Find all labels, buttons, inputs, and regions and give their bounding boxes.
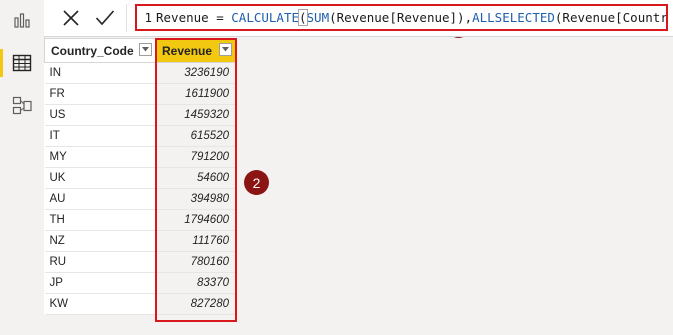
revenue-cell[interactable]: 615520 — [155, 125, 236, 147]
column-filter-button[interactable] — [219, 43, 232, 56]
column-header-label: Country_Code — [51, 43, 134, 58]
model-icon — [12, 96, 32, 115]
formula-sum-function: SUM — [306, 10, 330, 25]
table-row: IT 615520 — [44, 125, 236, 147]
revenue-cell[interactable]: 3236190 — [155, 62, 236, 84]
data-grid: Country_Code Revenue IN 3236190 FR 1611900… — [44, 38, 673, 335]
country-code-cell[interactable]: RU — [44, 251, 156, 273]
country-code-cell[interactable]: IN — [44, 62, 156, 84]
table-row: TH 1794600 — [44, 209, 236, 231]
revenue-cell[interactable]: 791200 — [155, 146, 236, 168]
formula-sum-argument: (Revenue[Revenue]), — [329, 10, 473, 25]
formula-bar-divider — [126, 4, 127, 32]
close-icon — [63, 10, 79, 26]
revenue-table: Country_Code Revenue IN 3236190 FR 1611900… — [44, 38, 236, 315]
table-row: AU 394980 — [44, 188, 236, 210]
table-row: UK 54600 — [44, 167, 236, 189]
table-row: RU 780160 — [44, 251, 236, 273]
table-row: FR 1611900 — [44, 83, 236, 105]
country-code-cell[interactable]: KW — [44, 293, 156, 315]
table-row: NZ 111760 — [44, 230, 236, 252]
table-row: MY 791200 — [44, 146, 236, 168]
country-code-cell[interactable]: MY — [44, 146, 156, 168]
table-row: IN 3236190 — [44, 62, 236, 84]
country-code-cell[interactable]: UK — [44, 167, 156, 189]
formula-open-paren: ( — [298, 9, 308, 26]
country-code-cell[interactable]: US — [44, 104, 156, 126]
revenue-cell[interactable]: 394980 — [155, 188, 236, 210]
column-filter-button[interactable] — [139, 43, 152, 56]
formula-calculate-function: CALCULATE — [231, 10, 299, 25]
country-code-cell[interactable]: JP — [44, 272, 156, 294]
column-header-country-code[interactable]: Country_Code — [44, 38, 156, 63]
report-view-button[interactable] — [0, 0, 44, 40]
country-code-cell[interactable]: NZ — [44, 230, 156, 252]
revenue-cell[interactable]: 827280 — [155, 293, 236, 315]
formula-line-number: 1 — [144, 10, 152, 25]
revenue-cell[interactable]: 780160 — [155, 251, 236, 273]
revenue-cell[interactable]: 83370 — [155, 272, 236, 294]
country-code-cell[interactable]: AU — [44, 188, 156, 210]
chevron-down-icon — [222, 47, 229, 52]
cancel-formula-button[interactable] — [58, 6, 84, 30]
checkmark-icon — [95, 10, 115, 26]
revenue-cell[interactable]: 111760 — [155, 230, 236, 252]
country-code-cell[interactable]: FR — [44, 83, 156, 105]
formula-allselected-function: ALLSELECTED — [472, 10, 555, 25]
dax-formula-input[interactable]: 1 Revenue = CALCULATE(SUM(Revenue[Revenue… — [135, 4, 668, 31]
column-header-label: Revenue — [162, 43, 213, 58]
column-header-revenue[interactable]: Revenue — [155, 38, 236, 63]
country-code-cell[interactable]: IT — [44, 125, 156, 147]
country-code-cell[interactable]: TH — [44, 209, 156, 231]
table-row: KW 827280 — [44, 293, 236, 315]
commit-formula-button[interactable] — [92, 6, 118, 30]
callout-badge-2: 2 — [244, 170, 269, 195]
view-sidebar — [0, 0, 45, 335]
model-view-button[interactable] — [0, 86, 44, 126]
revenue-cell[interactable]: 1459320 — [155, 104, 236, 126]
chevron-down-icon — [142, 47, 149, 52]
bar-chart-icon — [14, 13, 30, 28]
table-row: US 1459320 — [44, 104, 236, 126]
data-view-button[interactable] — [0, 43, 44, 83]
revenue-cell[interactable]: 1611900 — [155, 83, 236, 105]
formula-bar: 1 Revenue = CALCULATE(SUM(Revenue[Revenue… — [44, 0, 673, 37]
revenue-cell[interactable]: 1794600 — [155, 209, 236, 231]
table-icon — [12, 54, 32, 72]
formula-allselected-argument: (Revenue[Country]) — [554, 10, 668, 25]
revenue-cell[interactable]: 54600 — [155, 167, 236, 189]
formula-measure-name: Revenue = — [156, 10, 232, 25]
table-row: JP 83370 — [44, 272, 236, 294]
